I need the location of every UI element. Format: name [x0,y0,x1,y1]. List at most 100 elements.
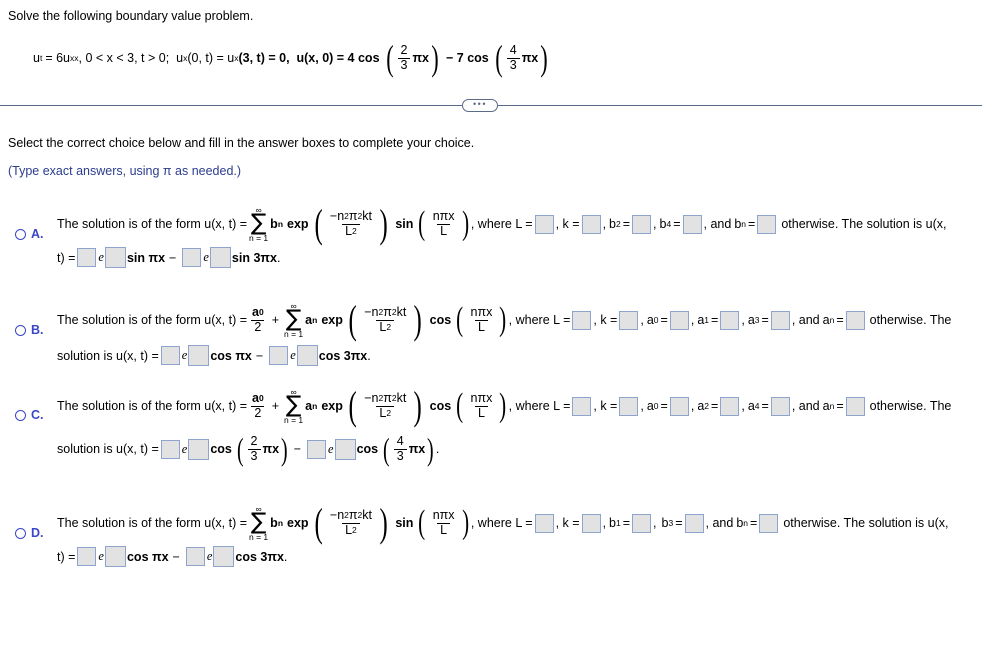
radio-option-a[interactable]: A. [15,227,44,241]
answer-box-coef2[interactable] [684,513,704,533]
answer-box-coefn[interactable] [759,513,779,533]
sigma-icon: ∑ [285,392,302,419]
answer-box-coefn[interactable] [845,396,865,416]
kt-symbol: kt [396,391,407,406]
close-paren-1: ) [431,38,439,78]
answer-box-coef2[interactable] [720,310,740,330]
radio-circle-icon[interactable] [15,228,26,240]
open-paren-trig: ( [456,386,464,424]
answer-box-L[interactable] [534,513,554,533]
period-end: . [283,549,288,564]
answer-box-amplitude-2[interactable] [182,248,202,267]
coefficient-symbol: b [270,217,278,232]
exp-label: exp [321,399,343,414]
answer-box-coef1[interactable] [632,214,652,234]
answer-box-coef1[interactable] [632,513,652,533]
coef2-label: b [661,516,669,531]
coefn-subscript: n [741,219,747,230]
answer-box-coef1[interactable] [669,310,689,330]
answer-box-k[interactable] [619,310,639,330]
fraction-numerator: nπx [432,209,455,224]
radio-circle-icon[interactable] [15,527,26,539]
plus-sign: + [271,399,280,414]
answer-box-exponent-1[interactable] [104,247,126,268]
trig-argument-fraction: nπx L [430,509,458,537]
pi-symbol: π [383,305,392,320]
and-text: , and [791,399,820,414]
answer-box-coef3[interactable] [770,310,790,330]
answer-box-exponent-2[interactable] [213,546,235,567]
radio-option-d[interactable]: D. [15,526,44,540]
page-title: Solve the following boundary value probl… [8,9,254,23]
fraction-denominator: 3 [506,57,520,73]
uxx-subscript: xx [70,53,79,64]
answer-box-amplitude-1[interactable] [77,248,97,267]
coef1-subscript: 0 [653,401,659,412]
answer-box-coef1[interactable] [669,396,689,416]
fraction-denominator: L2 [342,522,360,538]
radio-option-b[interactable]: B. [15,323,44,337]
exp-label: exp [287,217,309,232]
coef1-subscript: 2 [616,219,621,230]
comma-3: , [741,399,745,414]
more-options-button[interactable]: ••• [462,99,498,112]
answer-box-exponent-2[interactable] [296,345,318,366]
radio-circle-icon[interactable] [15,409,26,421]
fraction-denominator: L [437,223,451,239]
coef2-subscript: 3 [668,518,674,529]
choice-a-line2: t) = e sin πx − e sin 3πx . [57,247,280,268]
answer-box-k[interactable] [581,214,601,234]
e-symbol-1: e [181,441,188,456]
e-symbol-1: e [98,250,104,264]
answer-box-coef2[interactable] [682,214,702,234]
answer-box-amplitude-1[interactable] [160,439,180,459]
comma-2: , [690,399,695,414]
answer-box-amplitude-1[interactable] [160,346,180,365]
answer-box-exponent-1[interactable] [188,345,210,366]
answer-box-L[interactable] [572,396,592,416]
answer-box-amplitude-2[interactable] [269,346,289,365]
coefficient-symbol: b [270,516,278,531]
pi-symbol: π [383,391,392,406]
instruction-select: Select the correct choice below and fill… [8,136,475,150]
answer-box-L[interactable] [572,310,592,330]
answer-box-amplitude-1[interactable] [77,547,97,566]
exponent-fraction: − n 2 π 2 kt L2 [327,210,375,238]
sum-lower-limit: n = 1 [249,531,269,542]
e-symbol-2: e [328,441,334,456]
exponent-fraction: − n 2 π 2 kt L2 [361,392,409,420]
comma-2: , [653,516,657,531]
coef2-label: a [697,313,705,328]
answer-box-amplitude-2[interactable] [307,439,326,459]
answer-box-k[interactable] [619,396,639,416]
radio-option-c[interactable]: C. [15,408,44,422]
answer-box-amplitude-2[interactable] [185,547,205,566]
coefficient-subscript: n [312,315,318,326]
fraction-numerator: − n 2 π 2 kt [327,210,375,224]
answer-box-exponent-1[interactable] [188,438,210,460]
answer-box-exponent-1[interactable] [104,546,126,567]
open-paren-exp: ( [314,500,323,545]
period-end: . [367,348,371,363]
coefn-subscript: n [829,315,835,326]
radio-circle-icon[interactable] [15,324,26,336]
trig-function: cos [429,399,452,414]
answer-box-coef3[interactable] [770,396,790,416]
tail-text: otherwise. The [869,399,952,414]
answer-box-coefn[interactable] [845,310,865,330]
answer-box-coef2[interactable] [720,396,740,416]
answer-box-L[interactable] [534,214,554,234]
coef3-subscript: 4 [754,401,760,412]
answer-box-exponent-2[interactable] [334,438,356,460]
a-subscript-zero: 0 [258,307,264,318]
fraction-denominator: 3 [247,448,261,464]
answer-box-exponent-2[interactable] [209,247,231,268]
summation-symbol: ∞ ∑ n = 1 [249,206,268,243]
L-exponent: 2 [352,225,357,236]
equals-n: = [748,217,756,232]
sigma-icon: ∑ [285,306,302,333]
L-symbol: L [345,223,353,238]
answer-box-coefn[interactable] [757,214,777,234]
term-2: cos 3πx [235,549,284,564]
answer-box-k[interactable] [581,513,601,533]
